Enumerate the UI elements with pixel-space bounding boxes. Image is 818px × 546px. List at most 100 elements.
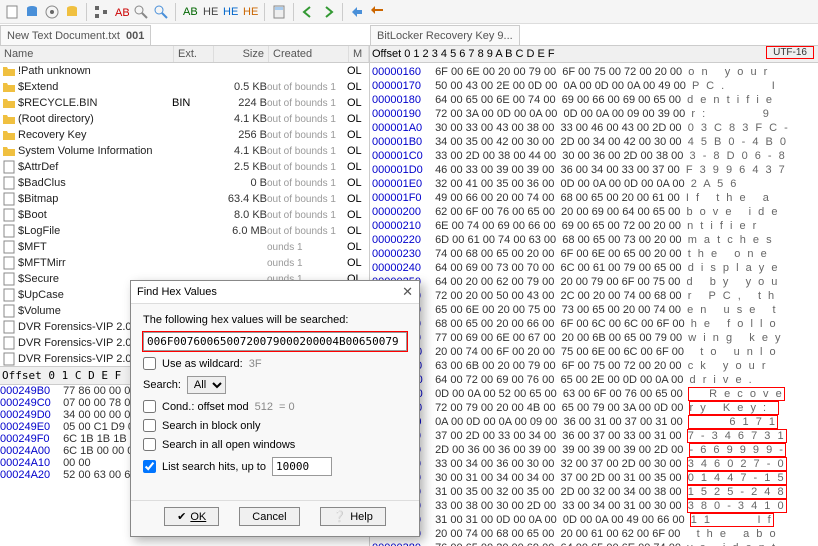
back-icon[interactable]: [349, 4, 365, 20]
col-created[interactable]: Created: [269, 46, 349, 62]
file-m: OL: [347, 65, 367, 77]
hex-line: 00000300 37 00 2D 00 33 00 34 00 36 00 3…: [372, 429, 816, 443]
file-row[interactable]: $LogFile6.0 MBout of bounds 1OL: [0, 223, 369, 239]
file-row[interactable]: $BadClus0 Bout of bounds 1OL: [0, 175, 369, 191]
hex-line: 00000360 31 00 31 00 0D 00 0A 00 0D 00 0…: [372, 513, 816, 527]
file-created: ounds 1: [267, 242, 347, 253]
file-icon: [2, 336, 16, 350]
arrow-left-icon[interactable]: [300, 4, 316, 20]
list-hits-checkbox[interactable]: [143, 460, 156, 473]
hex-line: 00000200 62 00 6F 00 76 00 65 00 20 00 6…: [372, 205, 816, 219]
search-icon[interactable]: [153, 4, 169, 20]
col-size[interactable]: Size: [214, 46, 269, 62]
hex-search-input[interactable]: [143, 332, 407, 351]
all-windows-label: Search in all open windows: [162, 439, 295, 451]
open-vol-icon[interactable]: [24, 4, 40, 20]
file-row[interactable]: Recovery Key256 Bout of bounds 1OL: [0, 127, 369, 143]
help-icon: ❔: [333, 510, 347, 523]
file-created: out of bounds 1: [267, 194, 347, 205]
dialog-titlebar[interactable]: Find Hex Values ✕: [131, 281, 419, 304]
tab-label: New Text Document.txt: [7, 30, 120, 42]
tab-left[interactable]: New Text Document.txt 001: [0, 25, 151, 45]
file-icon: [2, 320, 16, 334]
dialog-title-text: Find Hex Values: [137, 286, 217, 298]
file-row[interactable]: $AttrDef2.5 KBout of bounds 1OL: [0, 159, 369, 175]
file-row[interactable]: $Bitmap63.4 KBout of bounds 1OL: [0, 191, 369, 207]
col-name[interactable]: Name: [0, 46, 174, 62]
wildcard-value: 3F: [249, 358, 262, 370]
file-name: $MFT: [18, 241, 47, 253]
hex-line: 000002F0 0A 00 0D 00 0A 00 09 00 36 00 3…: [372, 415, 816, 429]
hex-line: 000002D0 0D 00 0A 00 52 00 65 00 63 00 6…: [372, 387, 816, 401]
col-m[interactable]: M: [349, 46, 369, 62]
hex1-icon[interactable]: HEX: [202, 4, 218, 20]
file-row[interactable]: $MFTMirrounds 1OL: [0, 255, 369, 271]
tab-num: 001: [126, 30, 144, 42]
new-doc-icon[interactable]: [4, 4, 20, 20]
arrow-right-icon[interactable]: [320, 4, 336, 20]
file-name: (Root directory): [18, 113, 94, 125]
file-size: 4.1 KB: [212, 145, 267, 157]
all-windows-checkbox[interactable]: [143, 438, 156, 451]
hex2-icon[interactable]: HEX: [222, 4, 238, 20]
close-icon[interactable]: ✕: [402, 284, 413, 300]
file-name: $LogFile: [18, 225, 60, 237]
list-hits-label: List search hits, up to: [162, 461, 266, 473]
left-tabs: New Text Document.txt 001: [0, 24, 370, 46]
file-row[interactable]: System Volume Information4.1 KBout of bo…: [0, 143, 369, 159]
file-icon: [2, 128, 16, 142]
hexd-icon[interactable]: HEX: [242, 4, 258, 20]
hex-line: 000001A0 30 00 33 00 43 00 38 00 33 00 4…: [372, 121, 816, 135]
file-m: OL: [347, 193, 367, 205]
hex-line: 000002C0 64 00 72 00 69 00 76 00 65 00 2…: [372, 373, 816, 387]
ok-icon: ✔: [177, 510, 186, 523]
file-m: OL: [347, 209, 367, 221]
tab-right[interactable]: BitLocker Recovery Key 9...: [370, 25, 520, 45]
list-hits-input[interactable]: [272, 457, 332, 476]
open-disk-icon[interactable]: [44, 4, 60, 20]
hex-line: 00000270 65 00 6E 00 20 00 75 00 73 00 6…: [372, 303, 816, 317]
search-hex-icon[interactable]: [133, 4, 149, 20]
hex-line: 00000250 64 00 20 00 62 00 79 00 20 00 7…: [372, 275, 816, 289]
tree-icon[interactable]: [93, 4, 109, 20]
search-direction-select[interactable]: All: [187, 376, 226, 394]
wildcard-checkbox[interactable]: [143, 357, 156, 370]
file-row[interactable]: $RECYCLE.BINBIN224 Bout of bounds 1OL: [0, 95, 369, 111]
ok-button[interactable]: ✔OK: [164, 507, 219, 526]
svg-text:HEX: HEX: [223, 6, 238, 18]
hex-line: 00000260 72 00 20 00 50 00 43 00 2C 00 2…: [372, 289, 816, 303]
file-name: $Boot: [18, 209, 47, 221]
file-icon: [2, 112, 16, 126]
file-size: 0 B: [212, 177, 267, 189]
block-only-checkbox[interactable]: [143, 419, 156, 432]
col-ext[interactable]: Ext.: [174, 46, 214, 62]
cancel-button[interactable]: Cancel: [239, 507, 299, 526]
help-button[interactable]: ❔Help: [320, 507, 386, 526]
ab2-icon[interactable]: AB: [182, 4, 198, 20]
file-created: out of bounds 1: [267, 226, 347, 237]
file-row[interactable]: $Extend0.5 KBout of bounds 1OL: [0, 79, 369, 95]
calc-icon[interactable]: [271, 4, 287, 20]
file-row[interactable]: (Root directory)4.1 KBout of bounds 1OL: [0, 111, 369, 127]
cond-checkbox[interactable]: [143, 400, 156, 413]
svg-text:HEX: HEX: [203, 6, 218, 18]
right-hex-body[interactable]: 00000160 6F 00 6E 00 20 00 79 00 6F 00 7…: [370, 63, 818, 546]
file-row[interactable]: $Boot8.0 KBout of bounds 1OL: [0, 207, 369, 223]
file-created: out of bounds 1: [267, 210, 347, 221]
file-name: Recovery Key: [18, 129, 86, 141]
file-m: OL: [347, 161, 367, 173]
hex-header-text: Offset 0 1 2 3 4 5 6 7 8 9 A B C D E F: [372, 48, 555, 60]
ab-icon[interactable]: AB: [113, 4, 129, 20]
svg-text:AB: AB: [115, 7, 129, 19]
hex-line: 00000280 68 00 65 00 20 00 66 00 6F 00 6…: [372, 317, 816, 331]
vol2-icon[interactable]: [64, 4, 80, 20]
file-created: out of bounds 1: [267, 130, 347, 141]
file-name: $AttrDef: [18, 161, 58, 173]
file-name: DVR Forensics-VIP 2.0-V: [18, 337, 143, 349]
arrow-lr-icon[interactable]: [369, 4, 385, 20]
file-size: 63.4 KB: [212, 193, 267, 205]
encoding-badge[interactable]: UTF-16: [766, 46, 814, 59]
hex-line: 000002B0 63 00 6B 00 20 00 79 00 6F 00 7…: [372, 359, 816, 373]
file-row[interactable]: $MFTounds 1OL: [0, 239, 369, 255]
file-row[interactable]: !Path unknownOL: [0, 63, 369, 79]
